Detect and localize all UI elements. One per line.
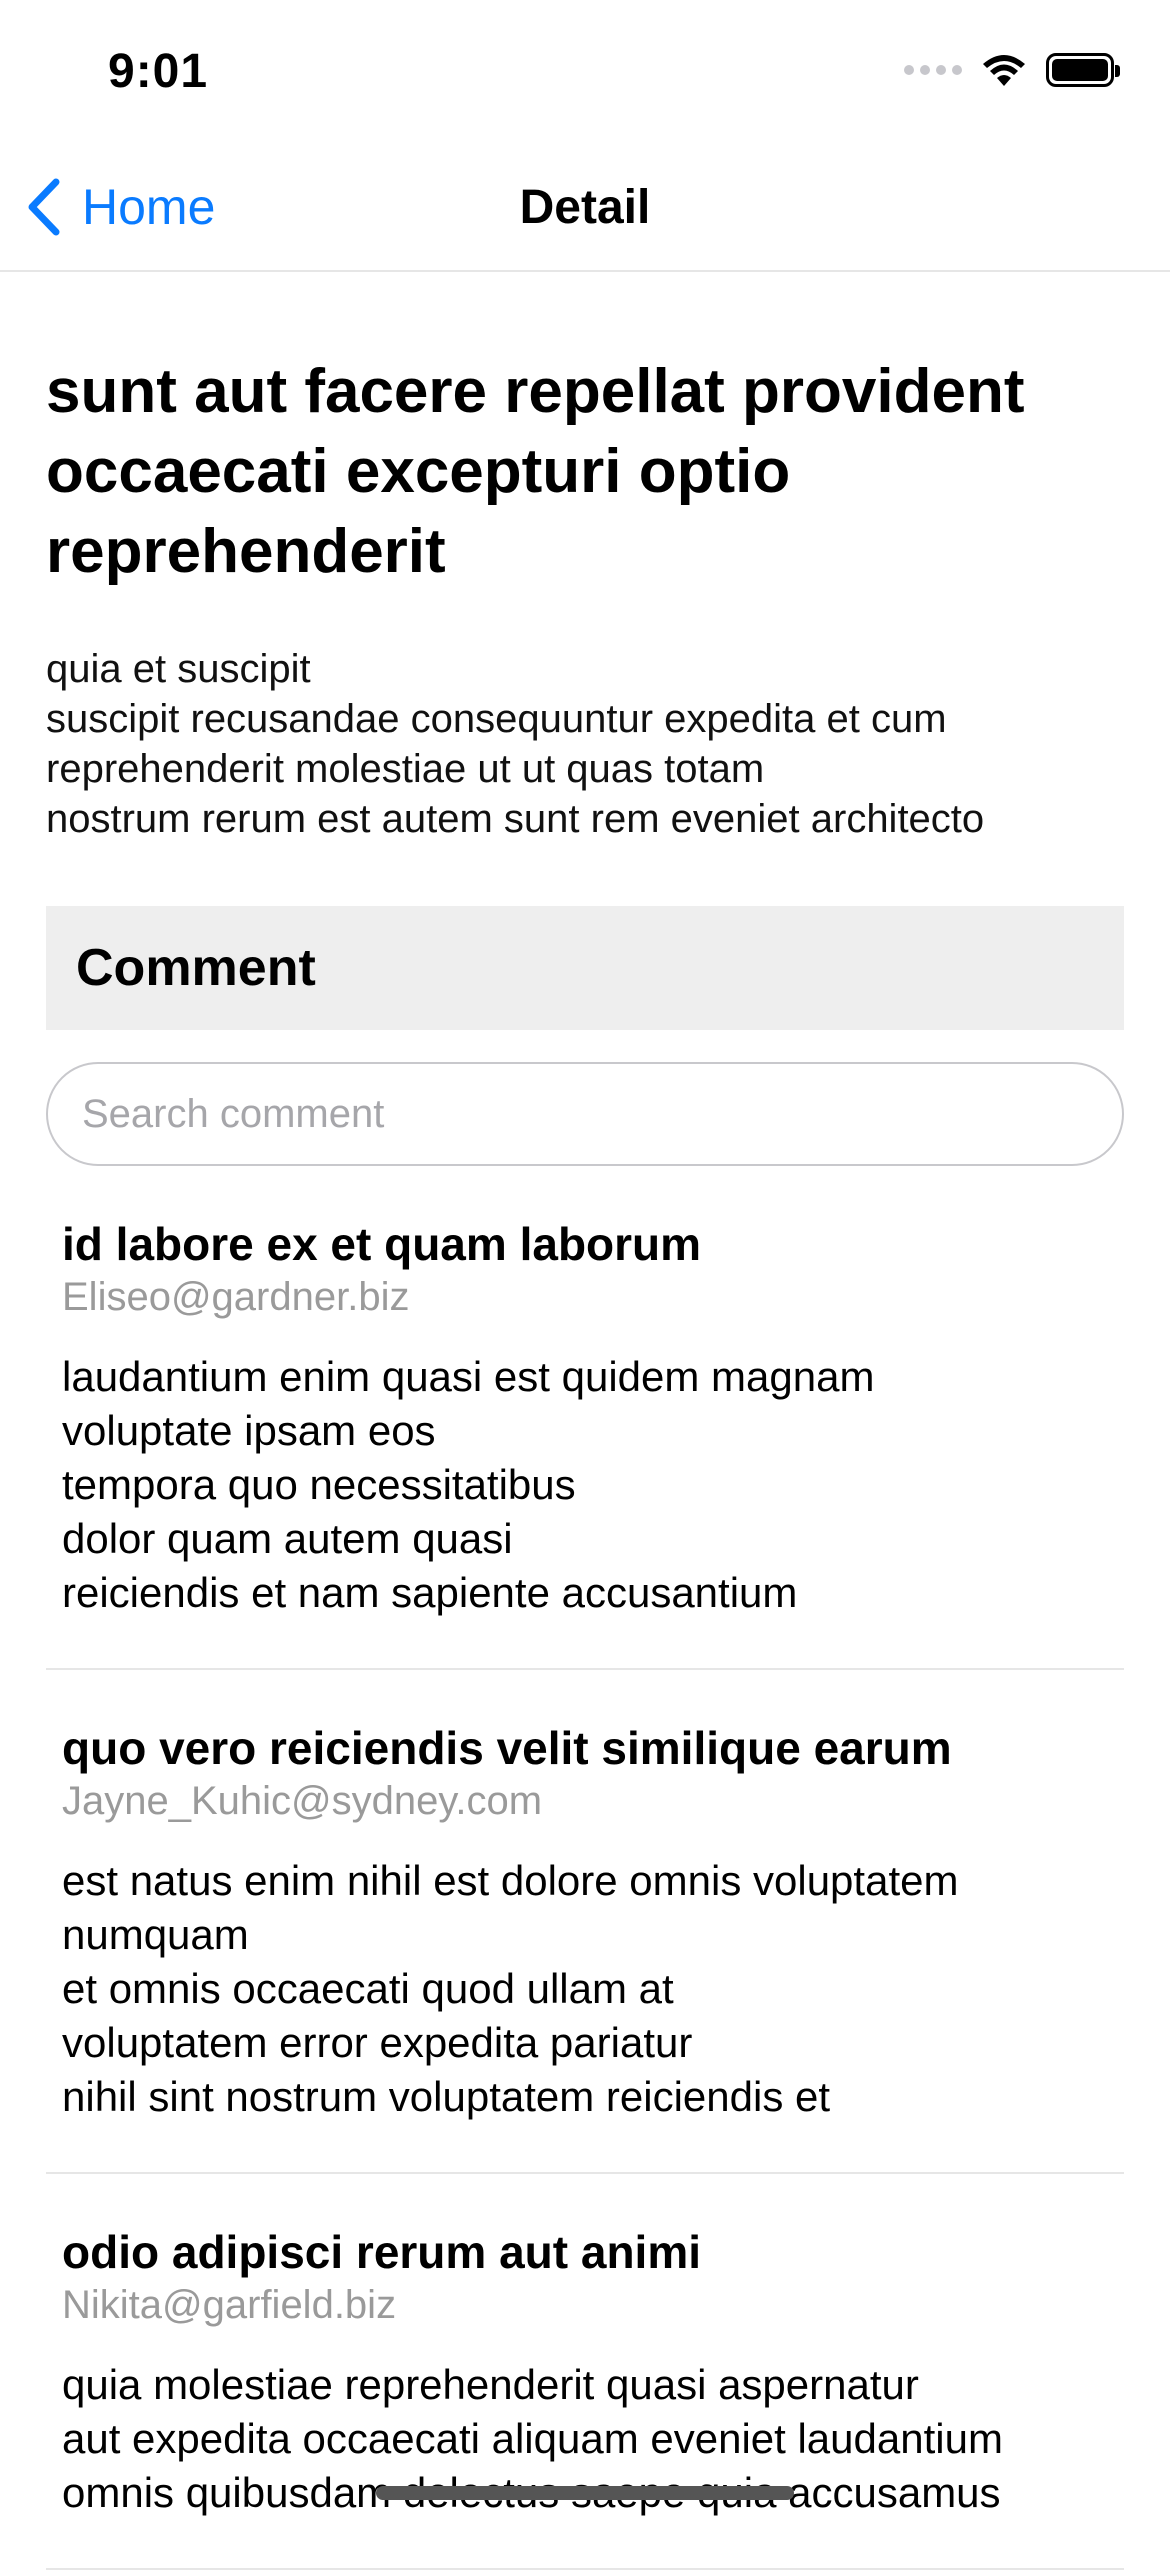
status-time: 9:01 [108, 45, 209, 98]
comment-name: id labore ex et quam laborum [62, 1218, 702, 1270]
status-icons [904, 52, 1120, 88]
comment-item: quo vero reiciendis velit similique earu… [46, 1670, 1124, 2174]
comment-email: Jayne_Kuhic@sydney.com [62, 1779, 543, 1823]
search-comment-input[interactable] [80, 1090, 1074, 1138]
page-title: Detail [519, 181, 651, 234]
comment-section-header: Comment [46, 906, 1124, 1030]
comment-email: Eliseo@gardner.biz [62, 1275, 410, 1319]
post-title: sunt aut facere repellat provident occae… [46, 357, 1025, 586]
detail-content: sunt aut facere repellat provident occae… [46, 272, 1124, 2570]
navigation-bar: Home Detail [0, 150, 1170, 272]
comment-email: Nikita@garfield.biz [62, 2283, 397, 2327]
comment-name: odio adipisci rerum aut animi [62, 2226, 702, 2278]
search-comment-field[interactable] [46, 1062, 1124, 1166]
comment-name: quo vero reiciendis velit similique earu… [62, 1722, 952, 1774]
comment-item: id labore ex et quam laborum Eliseo@gard… [46, 1166, 1124, 1670]
status-bar: 9:01 [0, 0, 1170, 150]
comment-section-title: Comment [76, 939, 316, 997]
cellular-signal-icon [904, 65, 962, 75]
home-indicator[interactable] [376, 2486, 794, 2500]
comment-body: est natus enim nihil est dolore omnis vo… [62, 1857, 959, 2120]
battery-icon [1046, 53, 1120, 87]
post-body: quia et suscipit suscipit recusandae con… [46, 647, 985, 841]
comment-body: laudantium enim quasi est quidem magnam … [62, 1353, 875, 1616]
wifi-icon [983, 55, 1025, 86]
comment-item: odio adipisci rerum aut animi Nikita@gar… [46, 2174, 1124, 2570]
